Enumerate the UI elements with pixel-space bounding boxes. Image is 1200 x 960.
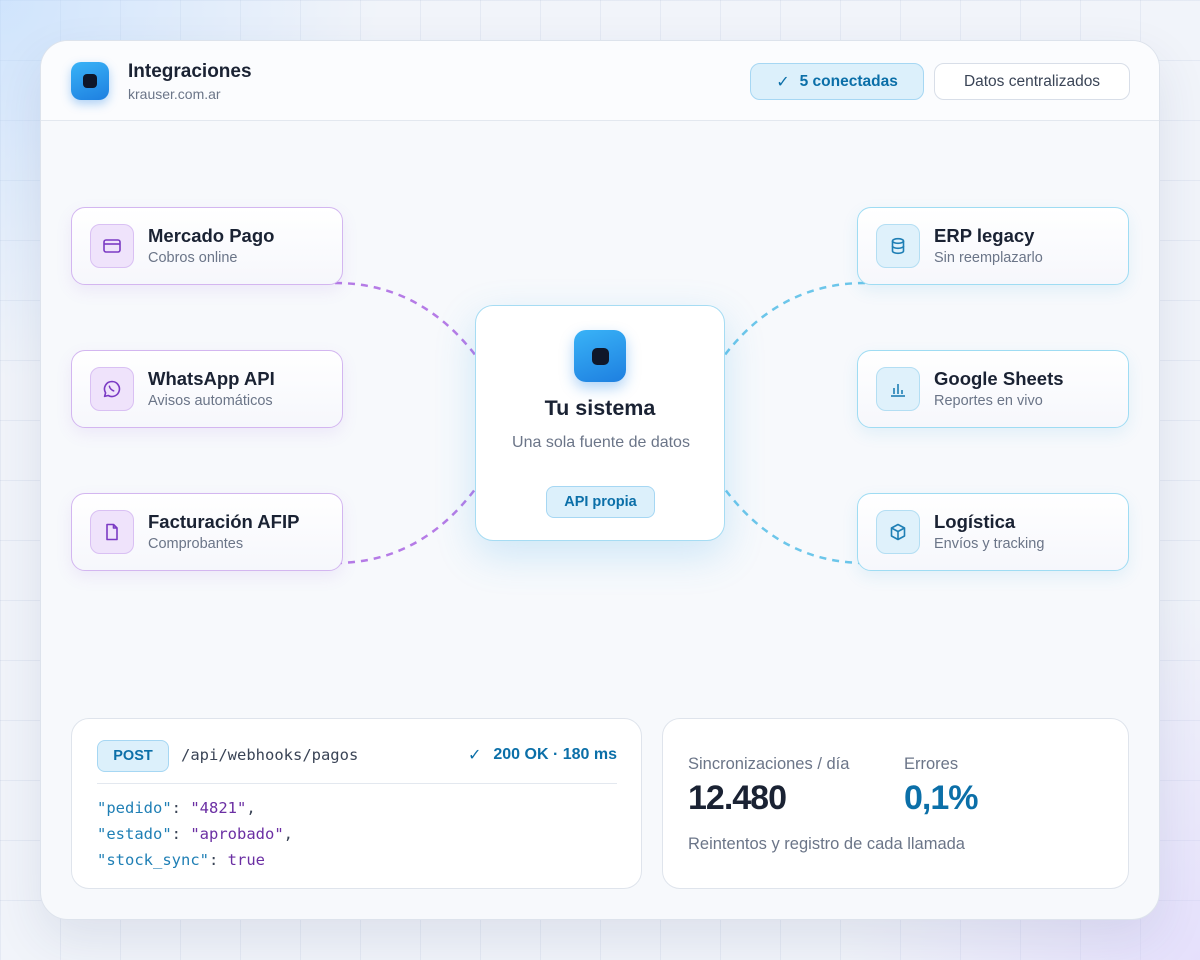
node-subtitle: Reportes en vivo: [934, 393, 1043, 409]
node-title: Mercado Pago: [148, 225, 275, 246]
node-mercado-pago[interactable]: Mercado Pago Cobros online: [71, 207, 343, 285]
node-logistica[interactable]: Logística Envíos y tracking: [857, 493, 1129, 571]
credit-card-icon: [90, 224, 134, 268]
response-status-label: 200 OK · 180 ms: [493, 746, 617, 763]
connected-count-badge[interactable]: ✓ 5 conectadas: [750, 63, 924, 100]
page-title: Integraciones: [128, 61, 252, 82]
window-header: Integraciones krauser.com.ar ✓ 5 conecta…: [41, 41, 1159, 121]
node-title: Logística: [934, 511, 1016, 532]
node-title: Google Sheets: [934, 368, 1064, 389]
sync-per-day-value: 12.480: [688, 779, 787, 817]
database-icon: [876, 224, 920, 268]
node-erp-legacy[interactable]: ERP legacy Sin reemplazarlo: [857, 207, 1129, 285]
domain-label: krauser.com.ar: [128, 86, 221, 102]
bar-chart-icon: [876, 367, 920, 411]
node-subtitle: Envíos y tracking: [934, 536, 1045, 552]
check-icon: ✓: [776, 73, 790, 91]
whatsapp-icon: [90, 367, 134, 411]
document-icon: [90, 510, 134, 554]
response-status: ✓ 200 OK · 180 ms: [468, 745, 617, 765]
code-line: "stock_sync": true: [97, 851, 265, 869]
node-subtitle: Sin reemplazarlo: [934, 250, 1043, 266]
retries-note: Reintentos y registro de cada llamada: [688, 835, 965, 853]
code-line: "estado": "aprobado",: [97, 825, 293, 843]
sync-per-day-label: Sincronizaciones / día: [688, 755, 850, 773]
node-title: ERP legacy: [934, 225, 1035, 246]
central-system-subtitle: Una sola fuente de datos: [512, 434, 690, 451]
centralized-data-badge[interactable]: Datos centralizados: [934, 63, 1130, 100]
node-subtitle: Avisos automáticos: [148, 393, 273, 409]
code-line: "pedido": "4821",: [97, 799, 256, 817]
system-logo-icon: [574, 330, 626, 382]
api-badge[interactable]: API propia: [546, 486, 655, 518]
divider: [97, 783, 617, 784]
node-whatsapp-api[interactable]: WhatsApp API Avisos automáticos: [71, 350, 343, 428]
node-title: WhatsApp API: [148, 368, 275, 389]
node-title: Facturación AFIP: [148, 511, 300, 532]
node-facturacion-afip[interactable]: Facturación AFIP Comprobantes: [71, 493, 343, 571]
errors-label: Errores: [904, 755, 959, 773]
centralized-data-label: Datos centralizados: [963, 72, 1101, 90]
sync-stats-card: Sincronizaciones / día 12.480 Errores 0,…: [662, 718, 1129, 889]
webhook-request-card: POST /api/webhooks/pagos ✓ 200 OK · 180 …: [71, 718, 642, 889]
node-subtitle: Comprobantes: [148, 536, 244, 552]
node-subtitle: Cobros online: [148, 250, 238, 266]
http-method-badge: POST: [97, 740, 169, 772]
package-icon: [876, 510, 920, 554]
node-google-sheets[interactable]: Google Sheets Reportes en vivo: [857, 350, 1129, 428]
central-system-card[interactable]: Tu sistema Una sola fuente de datos API …: [475, 305, 725, 541]
endpoint-path: /api/webhooks/pagos: [181, 746, 359, 764]
app-logo-icon: [71, 62, 109, 100]
central-system-title: Tu sistema: [544, 396, 656, 420]
errors-value: 0,1%: [904, 779, 978, 817]
json-payload: "pedido": "4821", "estado": "aprobado", …: [97, 795, 293, 873]
connected-count-label: 5 conectadas: [799, 72, 898, 90]
check-icon: ✓: [467, 747, 482, 764]
